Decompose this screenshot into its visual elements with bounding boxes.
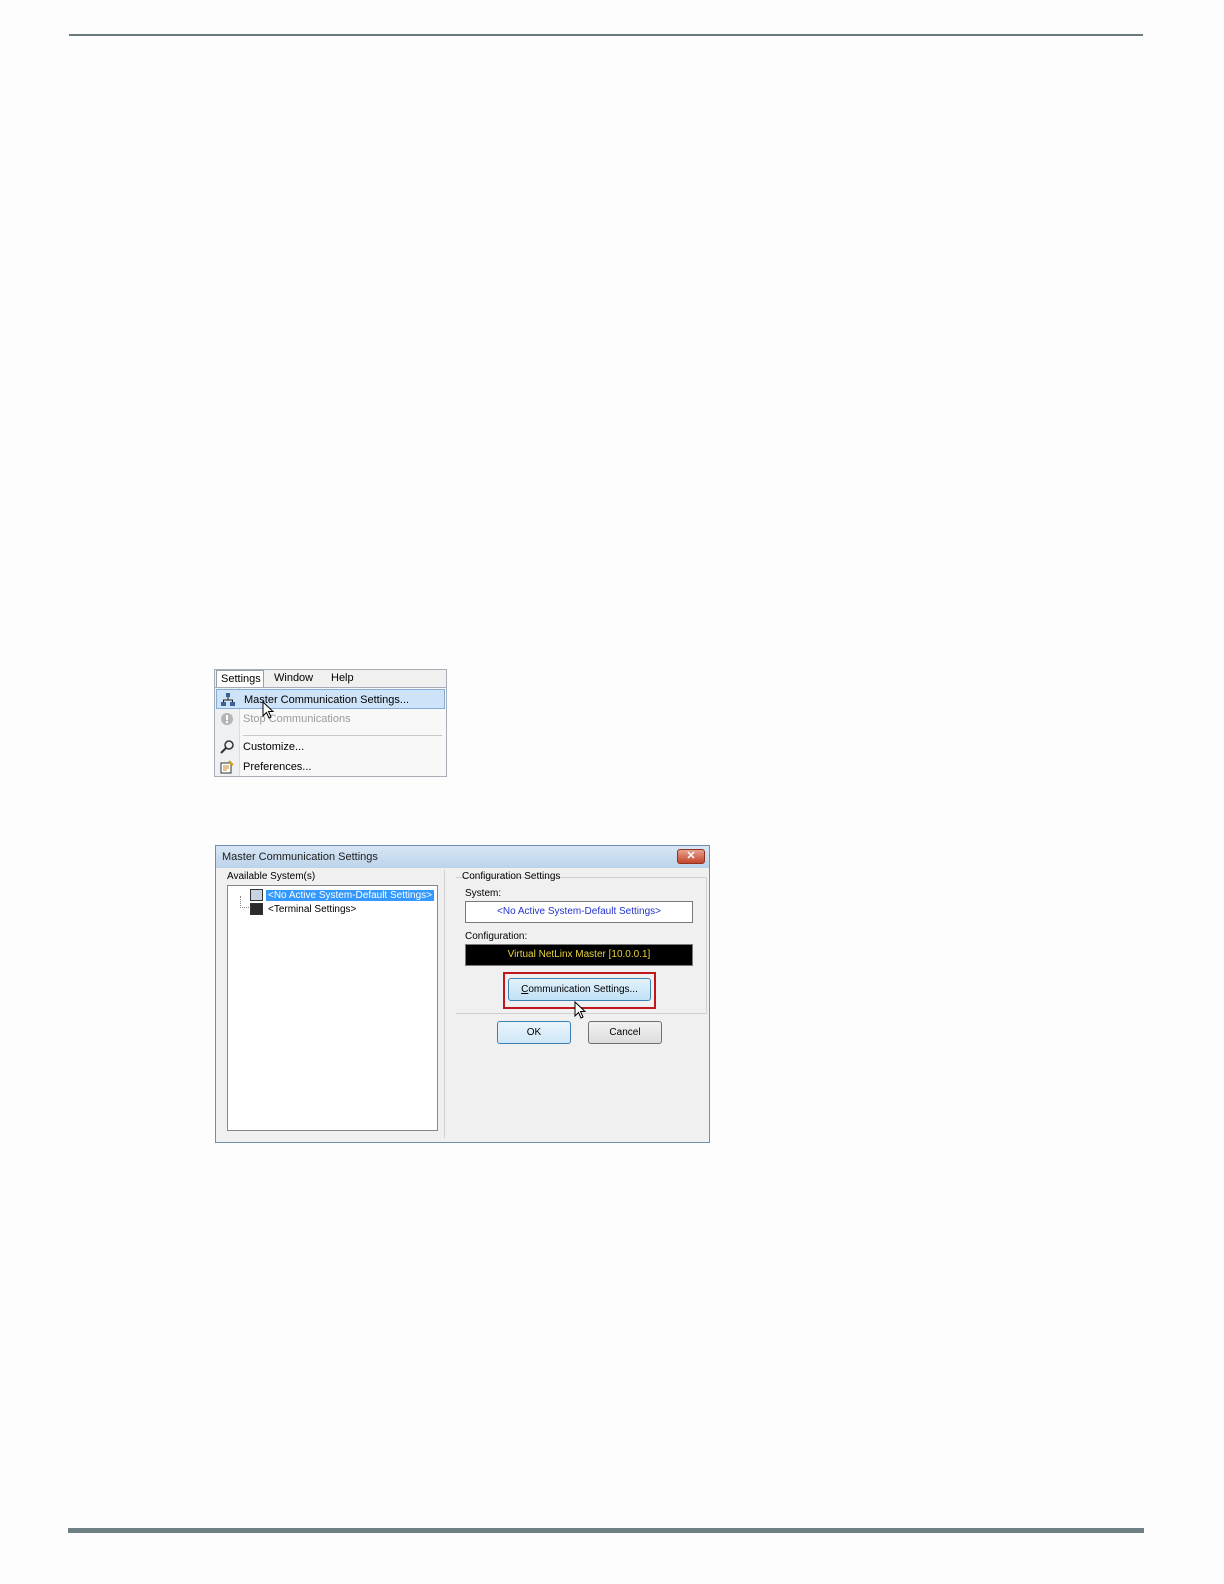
tree-item-default-settings[interactable]: <No Active System-Default Settings> [266, 889, 434, 902]
header-rule [69, 34, 1143, 36]
cancel-button[interactable]: Cancel [588, 1021, 662, 1044]
master-communication-settings-dialog: Master Communication Settings ✕ Availabl… [215, 845, 710, 1143]
menu-window[interactable]: Window [270, 670, 317, 687]
system-field: <No Active System-Default Settings> [465, 901, 693, 923]
panel-divider [444, 870, 445, 1138]
terminal-icon [250, 903, 263, 915]
dialog-titlebar: Master Communication Settings ✕ [216, 846, 709, 868]
footer-rule [68, 1528, 1144, 1533]
available-systems-label: Available System(s) [227, 871, 316, 882]
mouse-cursor-icon [262, 700, 275, 719]
wrench-icon [220, 740, 234, 754]
tree-item-terminal-settings[interactable]: <Terminal Settings> [268, 903, 356, 916]
stop-icon [220, 712, 234, 726]
configuration-field: Virtual NetLinx Master [10.0.0.1] [465, 944, 693, 966]
menu-item-stop-communications: Stop Communications [216, 709, 445, 729]
available-systems-tree[interactable]: <No Active System-Default Settings> <Ter… [227, 885, 438, 1131]
mouse-cursor-icon [574, 1000, 587, 1019]
ok-button[interactable]: OK [497, 1021, 571, 1044]
menu-item-label: Customize... [243, 741, 305, 753]
close-icon: ✕ [686, 850, 696, 862]
menu-item-preferences[interactable]: Preferences... [216, 757, 445, 777]
menu-separator [243, 735, 442, 736]
configuration-label: Configuration: [465, 931, 528, 942]
menu-item-master-communication-settings[interactable]: Master Communication Settings... [216, 689, 445, 709]
close-button[interactable]: ✕ [677, 849, 705, 864]
system-label: System: [465, 888, 502, 899]
communication-settings-button[interactable]: Communication Settings... [508, 978, 651, 1001]
menu-item-customize[interactable]: Customize... [216, 737, 445, 757]
preferences-icon [220, 760, 234, 774]
settings-menu-screenshot: Settings Window Help Master Communicatio… [214, 669, 447, 777]
settings-dropdown: Master Communication Settings... Stop Co… [215, 687, 446, 776]
configuration-settings-label: Configuration Settings [462, 871, 561, 882]
menu-settings[interactable]: Settings [216, 670, 264, 687]
dialog-title: Master Communication Settings [222, 851, 378, 863]
menu-item-label: Preferences... [243, 761, 312, 773]
network-icon [221, 693, 235, 707]
menu-help[interactable]: Help [327, 670, 358, 687]
menu-bar: Settings Window Help [215, 670, 446, 687]
menu-item-label: Stop Communications [243, 713, 351, 725]
system-icon [250, 889, 263, 901]
tree-connector [240, 896, 249, 908]
